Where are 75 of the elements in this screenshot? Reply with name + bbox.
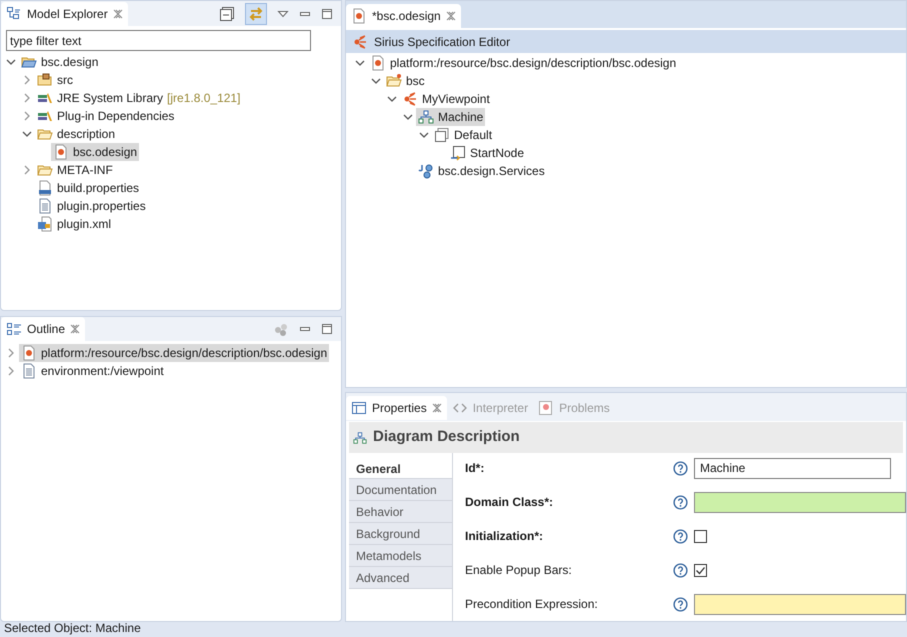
design-file-icon xyxy=(21,345,37,361)
help-icon[interactable] xyxy=(673,494,688,510)
section-tab[interactable]: Background xyxy=(349,523,452,545)
help-icon[interactable] xyxy=(673,460,688,476)
tree-item[interactable]: JRE System Library xyxy=(57,89,164,107)
checkbox[interactable] xyxy=(694,530,707,542)
checkbox[interactable] xyxy=(694,564,707,576)
tree-item[interactable]: MyViewpoint xyxy=(422,90,490,108)
table-icon xyxy=(351,400,367,416)
diagram-icon xyxy=(418,109,434,125)
layer-icon xyxy=(434,127,450,143)
text-file-icon xyxy=(21,363,37,379)
help-icon[interactable] xyxy=(673,528,688,544)
two-arrows-icon xyxy=(248,6,264,22)
tree-item[interactable]: plugin.properties xyxy=(57,197,146,215)
tree-item[interactable]: META-INF xyxy=(57,161,113,179)
tree-item[interactable]: bsc xyxy=(406,72,425,90)
collapse-all-icon[interactable] xyxy=(219,6,235,22)
node-icon xyxy=(450,145,466,161)
diagram-icon xyxy=(353,430,367,444)
folder-icon xyxy=(386,73,402,89)
tree-item[interactable]: platform:/resource/bsc.design/description/bsc.odesign xyxy=(390,54,676,72)
viewpoint-icon xyxy=(402,91,418,107)
status-text: Selected Object: Machine xyxy=(4,622,141,635)
problems-icon xyxy=(538,400,554,416)
tree-item[interactable]: src xyxy=(57,71,73,89)
viewpoint-icon xyxy=(352,34,368,50)
tree-item[interactable]: environment:/viewpoint xyxy=(41,362,164,380)
tree-item[interactable]: bsc.design xyxy=(41,53,98,71)
filter-field[interactable]: type filter text xyxy=(6,30,311,51)
package-folder-icon xyxy=(37,72,53,88)
section-tab[interactable]: Metamodels xyxy=(349,545,452,567)
text-field[interactable]: Machine xyxy=(694,458,891,478)
help-icon[interactable] xyxy=(673,562,688,578)
view-tab[interactable]: Outline xyxy=(1,317,86,341)
tree-item[interactable]: bsc.design.Services xyxy=(438,162,545,180)
design-file-icon xyxy=(370,55,386,71)
field-label: Id*: xyxy=(465,460,486,477)
tree-item[interactable]: Plug-in Dependencies xyxy=(57,107,174,125)
properties-heading: Diagram Description xyxy=(373,427,520,448)
view-tab[interactable]: Properties xyxy=(346,396,447,420)
maximize-icon[interactable] xyxy=(321,8,333,20)
text-file-icon xyxy=(37,198,53,214)
binary-file-icon xyxy=(37,180,53,196)
plugin-file-icon xyxy=(37,216,53,232)
domain-class-field[interactable] xyxy=(694,492,906,512)
section-tab[interactable]: Documentation xyxy=(349,479,452,501)
version-label: [jre1.8.0_121] xyxy=(167,90,240,107)
design-file-icon xyxy=(53,144,69,160)
maximize-icon[interactable] xyxy=(321,323,333,335)
tree-item[interactable]: description xyxy=(57,125,116,143)
close-icon[interactable] xyxy=(70,324,80,334)
expression-field[interactable] xyxy=(694,594,906,614)
section-tab[interactable]: Behavior xyxy=(349,501,452,523)
section-tab[interactable]: Advanced xyxy=(349,567,452,589)
design-file-icon xyxy=(351,8,367,24)
close-icon[interactable] xyxy=(446,11,456,21)
tree-item[interactable]: plugin.xml xyxy=(57,215,112,233)
tree-item[interactable]: Default xyxy=(454,126,492,144)
outline-icon xyxy=(6,321,22,337)
java-service-icon xyxy=(418,163,434,179)
field-label: Domain Class*: xyxy=(465,494,554,511)
field-label: Precondition Expression: xyxy=(465,596,599,613)
tree-item[interactable]: build.properties xyxy=(57,179,140,197)
editor-header: Sirius Specification Editor xyxy=(374,34,510,50)
close-icon[interactable] xyxy=(432,403,442,413)
tree-item[interactable]: StartNode xyxy=(470,144,524,162)
link-toggle[interactable] xyxy=(245,2,267,24)
close-icon[interactable] xyxy=(112,8,123,18)
explorer-icon xyxy=(6,6,22,22)
view-tab[interactable]: Model Explorer xyxy=(1,2,128,26)
field-label: Initialization*: xyxy=(465,528,544,545)
view-tab[interactable]: *bsc.odesign xyxy=(346,4,461,28)
field-label: Enable Popup Bars: xyxy=(465,562,573,579)
help-icon[interactable] xyxy=(673,596,688,612)
